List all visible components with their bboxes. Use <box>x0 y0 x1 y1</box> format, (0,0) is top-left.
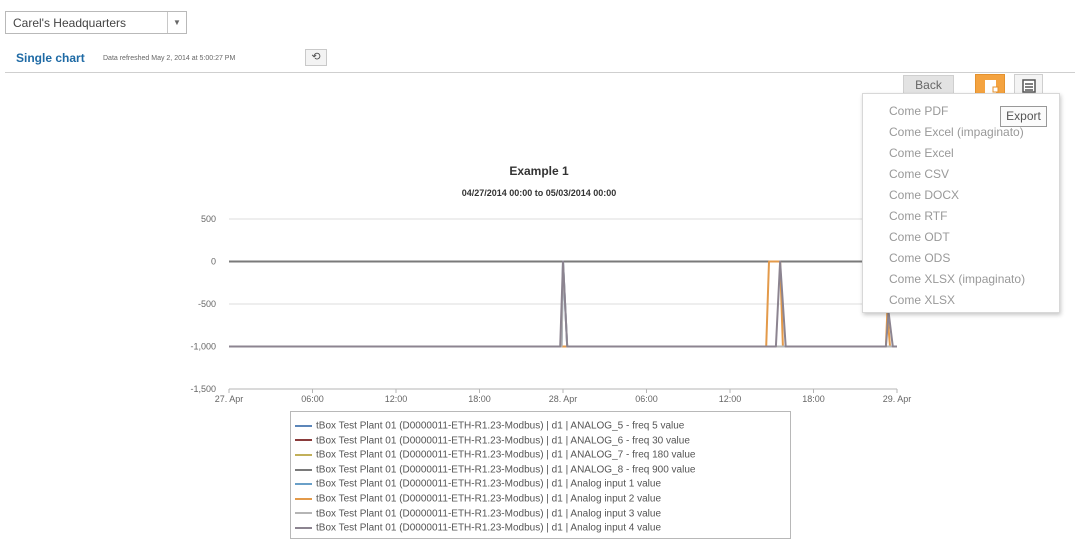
legend-label: tBox Test Plant 01 (D0000011-ETH-R1.23-M… <box>316 449 696 461</box>
export-menu-item[interactable]: Come CSV <box>889 167 949 181</box>
export-menu-item[interactable]: Come RTF <box>889 209 947 223</box>
legend-label: tBox Test Plant 01 (D0000011-ETH-R1.23-M… <box>316 493 662 505</box>
x-tick-label: 27. Apr <box>215 394 244 404</box>
export-menu-item[interactable]: Come Excel (impaginato) <box>889 125 1024 139</box>
legend-swatch <box>295 497 312 500</box>
export-menu-item[interactable]: Come Excel <box>889 146 954 160</box>
legend-label: tBox Test Plant 01 (D0000011-ETH-R1.23-M… <box>316 464 696 476</box>
legend-swatch <box>295 439 312 442</box>
y-tick-label: -500 <box>198 299 216 309</box>
chart-subtitle: 04/27/2014 00:00 to 05/03/2014 00:00 <box>462 188 617 198</box>
legend-label: tBox Test Plant 01 (D0000011-ETH-R1.23-M… <box>316 434 690 446</box>
x-tick-label: 06:00 <box>635 394 658 404</box>
legend-swatch <box>295 468 312 471</box>
legend-label: tBox Test Plant 01 (D0000011-ETH-R1.23-M… <box>316 420 685 432</box>
legend-item[interactable]: tBox Test Plant 01 (D0000011-ETH-R1.23-M… <box>295 519 661 533</box>
x-tick-label: 12:00 <box>385 394 408 404</box>
export-menu-item[interactable]: Come PDF <box>889 104 948 118</box>
x-tick-label: 12:00 <box>719 394 742 404</box>
export-menu-item[interactable]: Come XLSX (impaginato) <box>889 272 1025 286</box>
legend-swatch <box>295 424 312 427</box>
legend-label: tBox Test Plant 01 (D0000011-ETH-R1.23-M… <box>316 478 662 490</box>
legend-label: tBox Test Plant 01 (D0000011-ETH-R1.23-M… <box>316 507 662 519</box>
legend-item[interactable]: tBox Test Plant 01 (D0000011-ETH-R1.23-M… <box>295 446 695 460</box>
y-tick-label: -1,000 <box>190 342 216 352</box>
chart-title: Example 1 <box>509 164 569 178</box>
legend-swatch <box>295 453 312 456</box>
x-tick-label: 28. Apr <box>549 394 578 404</box>
legend-swatch <box>295 483 312 486</box>
x-tick-label: 29. Apr <box>883 394 912 404</box>
x-tick-label: 18:00 <box>468 394 491 404</box>
export-menu-item[interactable]: Come ODS <box>889 251 950 265</box>
legend-swatch <box>295 526 312 529</box>
x-tick-label: 06:00 <box>301 394 324 404</box>
export-menu-item[interactable]: Come XLSX <box>889 293 955 307</box>
y-tick-label: 500 <box>201 214 216 224</box>
x-tick-label: 18:00 <box>802 394 825 404</box>
legend-item[interactable]: tBox Test Plant 01 (D0000011-ETH-R1.23-M… <box>295 490 661 504</box>
legend-item[interactable]: tBox Test Plant 01 (D0000011-ETH-R1.23-M… <box>295 475 662 490</box>
chart-legend: tBox Test Plant 01 (D0000011-ETH-R1.23-M… <box>290 411 791 539</box>
legend-item[interactable]: tBox Test Plant 01 (D0000011-ETH-R1.23-M… <box>295 417 684 431</box>
export-menu-item[interactable]: Come ODT <box>889 230 950 244</box>
y-tick-label: -1,500 <box>190 384 216 394</box>
export-menu-item[interactable]: Come DOCX <box>889 188 959 202</box>
legend-label: tBox Test Plant 01 (D0000011-ETH-R1.23-M… <box>316 522 662 534</box>
export-tooltip: Export <box>1000 106 1047 127</box>
y-tick-label: 0 <box>211 257 216 267</box>
legend-item[interactable]: tBox Test Plant 01 (D0000011-ETH-R1.23-M… <box>295 461 695 475</box>
legend-swatch <box>295 512 312 515</box>
legend-item[interactable]: tBox Test Plant 01 (D0000011-ETH-R1.23-M… <box>295 432 690 446</box>
legend-item[interactable]: tBox Test Plant 01 (D0000011-ETH-R1.23-M… <box>295 505 661 519</box>
